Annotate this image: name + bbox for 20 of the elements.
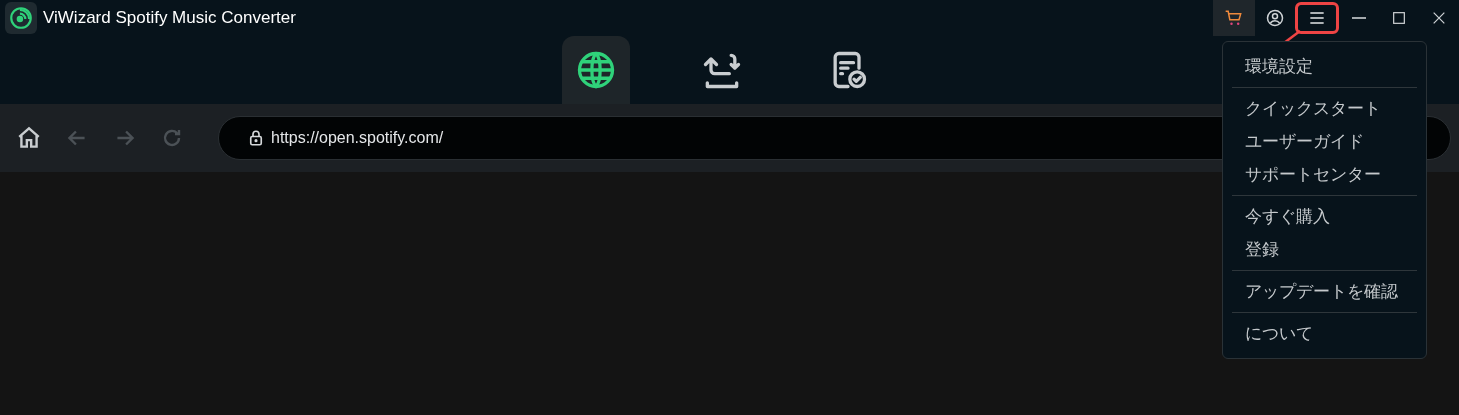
cart-button[interactable] (1213, 0, 1255, 36)
menu-item[interactable]: 登録 (1232, 233, 1417, 266)
user-icon (1265, 8, 1285, 28)
menu-item[interactable]: アップデートを確認 (1232, 275, 1417, 308)
url-text: https://open.spotify.com/ (271, 128, 444, 148)
maximize-icon (1391, 10, 1407, 26)
home-icon (16, 125, 42, 151)
menu-item[interactable]: ユーザーガイド (1232, 125, 1417, 158)
lock-icon (247, 129, 265, 147)
menu-item[interactable]: 環境設定 (1232, 50, 1417, 83)
cart-icon (1224, 8, 1244, 28)
minimize-icon (1352, 17, 1366, 19)
tab[interactable] (561, 36, 630, 104)
menu-button[interactable] (1295, 2, 1339, 34)
menu-item[interactable]: について (1232, 317, 1417, 350)
menu-item[interactable]: サポートセンター (1232, 158, 1417, 191)
menu-item[interactable]: 今すぐ購入 (1232, 200, 1417, 233)
home-button[interactable] (16, 125, 42, 151)
close-icon (1431, 10, 1447, 26)
window-title: ViWizard Spotify Music Converter (43, 7, 296, 30)
